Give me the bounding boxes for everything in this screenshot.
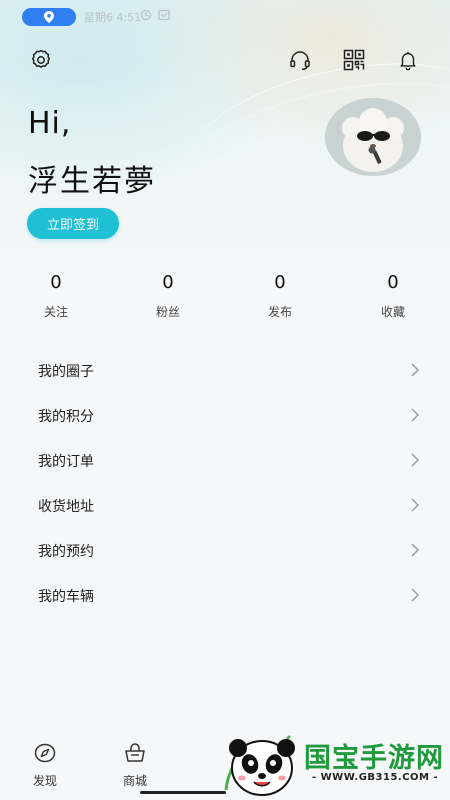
stat-value: 0 (50, 272, 62, 293)
stat-label: 粉丝 (155, 305, 180, 319)
tab-label: 商城 (122, 774, 147, 788)
chevron-right-icon (411, 498, 419, 512)
menu-item-my-points[interactable]: 我的积分 (0, 393, 450, 438)
menu-item-my-circles[interactable]: 我的圈子 (0, 348, 450, 393)
location-indicator (22, 8, 76, 26)
avatar[interactable] (325, 98, 421, 176)
greeting-text: Hi, (28, 106, 72, 141)
chevron-right-icon (411, 453, 419, 467)
stat-label: 关注 (43, 305, 68, 319)
menu-item-my-vehicles[interactable]: 我的车辆 (0, 573, 450, 618)
watermark-url: - WWW.GB315.COM - (312, 772, 439, 783)
menu-item-label: 我的车辆 (38, 588, 94, 605)
chevron-right-icon (411, 588, 419, 602)
shopping-basket-icon (125, 743, 145, 762)
settings-button[interactable] (27, 46, 55, 74)
headset-icon (290, 51, 310, 71)
menu-item-label: 收货地址 (38, 498, 94, 515)
avatar-image (325, 98, 421, 176)
scan-qr-button[interactable] (340, 46, 368, 74)
username: 浮生若夢 (28, 164, 156, 199)
stat-followers[interactable]: 0 粉丝 (128, 270, 208, 320)
tab-mall[interactable]: 商城 (105, 742, 165, 789)
stat-favorites[interactable]: 0 收藏 (353, 270, 433, 320)
chevron-right-icon (411, 408, 419, 422)
profile-menu: 我的圈子 我的积分 我的订单 收货地址 我的预约 我的车辆 (0, 348, 450, 618)
status-bar: 星期6 4:51 (0, 0, 450, 34)
sync-status-icon (140, 9, 152, 21)
chevron-right-icon (411, 363, 419, 377)
stat-label: 发布 (267, 305, 292, 319)
gear-icon (31, 49, 51, 68)
watermark: 国宝手游网 - WWW.GB315.COM - (212, 722, 450, 800)
compass-icon (34, 743, 56, 763)
menu-item-my-orders[interactable]: 我的订单 (0, 438, 450, 483)
stat-posts[interactable]: 0 发布 (240, 270, 320, 320)
customer-service-button[interactable] (286, 46, 314, 74)
menu-item-shipping-address[interactable]: 收货地址 (0, 483, 450, 528)
tab-label: 发现 (32, 774, 57, 788)
stat-following[interactable]: 0 关注 (16, 270, 96, 320)
notifications-button[interactable] (394, 46, 422, 74)
message-status-icon (158, 9, 170, 21)
stat-value: 0 (162, 272, 174, 293)
watermark-text: 国宝手游网 (304, 743, 444, 774)
menu-item-my-reservations[interactable]: 我的预约 (0, 528, 450, 573)
bell-icon (400, 51, 416, 71)
status-time: 星期6 4:51 (84, 11, 142, 24)
menu-item-label: 我的圈子 (38, 363, 94, 380)
menu-item-label: 我的订单 (38, 453, 94, 470)
chevron-right-icon (411, 543, 419, 557)
menu-item-label: 我的积分 (38, 408, 94, 425)
stat-value: 0 (387, 272, 399, 293)
panda-logo-icon (224, 735, 295, 796)
qr-code-icon (343, 49, 365, 71)
stats-row: 0 关注 0 粉丝 0 发布 0 收藏 (0, 270, 450, 326)
location-pin-icon (44, 11, 54, 23)
checkin-button[interactable]: 立即签到 (27, 208, 119, 239)
tab-discover[interactable]: 发现 (15, 742, 75, 789)
stat-value: 0 (274, 272, 286, 293)
stat-label: 收藏 (380, 305, 405, 319)
home-indicator (140, 791, 226, 794)
menu-item-label: 我的预约 (38, 543, 94, 560)
